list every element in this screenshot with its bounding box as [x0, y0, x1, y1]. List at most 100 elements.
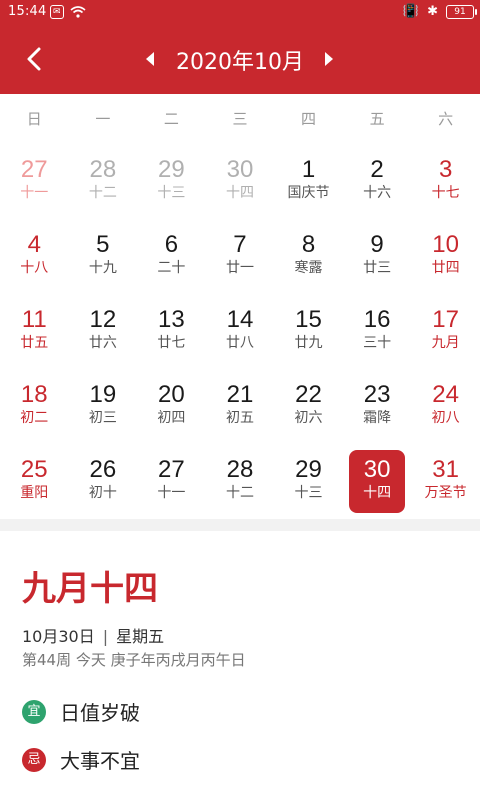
- lunar-label: 十一: [157, 485, 186, 501]
- day-cell[interactable]: 8 寒露: [274, 219, 343, 294]
- lunar-label: 初六: [294, 410, 323, 426]
- day-number: 10: [432, 231, 459, 258]
- day-cell[interactable]: 28 十二: [69, 144, 138, 219]
- date-text: 10月30日: [22, 627, 95, 646]
- day-cell[interactable]: 27 十一: [137, 444, 206, 519]
- day-number: 29: [295, 456, 322, 483]
- weekday-label: 四: [301, 110, 317, 128]
- lunar-label: 廿三: [363, 260, 392, 276]
- day-cell[interactable]: 14 廿八: [206, 294, 275, 369]
- day-cell[interactable]: 23 霜降: [343, 369, 412, 444]
- day-number: 18: [20, 381, 48, 408]
- lunar-label: 十二: [88, 185, 117, 201]
- day-cell[interactable]: 31 万圣节: [411, 444, 480, 519]
- day-number: 7: [233, 231, 247, 258]
- day-cell[interactable]: 16 三十: [343, 294, 412, 369]
- day-cell[interactable]: 21 初五: [206, 369, 275, 444]
- day-number: 6: [164, 231, 179, 258]
- ji-badge: 忌: [22, 747, 46, 772]
- lunar-label: 十六: [363, 185, 392, 201]
- lunar-label: 重阳: [20, 485, 49, 501]
- day-cell[interactable]: 2 十六: [343, 144, 412, 219]
- next-month-icon[interactable]: [322, 51, 336, 67]
- day-number: 13: [158, 306, 185, 333]
- lunar-label: 廿八: [225, 335, 254, 351]
- day-cell[interactable]: 12 廿六: [69, 294, 138, 369]
- lunar-label: 十八: [20, 260, 49, 276]
- weekday-text: 星期五: [116, 627, 165, 646]
- day-number: 17: [432, 306, 459, 333]
- day-cell[interactable]: 10 廿四: [411, 219, 480, 294]
- lunar-label: 初四: [157, 410, 186, 426]
- day-cell[interactable]: 11 廿五: [0, 294, 69, 369]
- day-cell[interactable]: 29 十三: [137, 144, 206, 219]
- day-number: 30: [363, 456, 391, 483]
- lunar-label: 廿七: [157, 335, 186, 351]
- day-number: 21: [226, 381, 254, 408]
- wifi-icon: [70, 6, 86, 18]
- lunar-label: 初五: [225, 410, 254, 426]
- ganzhi-info: 第44周 今天 庚子年丙戌月丙午日: [22, 651, 246, 669]
- day-number: 31: [432, 456, 459, 483]
- notification-icon: ✉: [50, 5, 64, 19]
- day-cell[interactable]: 22 初六: [274, 369, 343, 444]
- day-number: 3: [438, 156, 453, 183]
- lunar-label: 万圣节: [424, 485, 467, 501]
- day-number: 29: [158, 156, 185, 183]
- day-number: 12: [89, 306, 117, 333]
- day-cell[interactable]: 9 廿三: [343, 219, 412, 294]
- battery-icon: 91: [446, 4, 477, 19]
- day-cell[interactable]: 26 初十: [69, 444, 138, 519]
- month-title[interactable]: 2020年10月: [0, 44, 480, 76]
- day-cell[interactable]: 17 九月: [411, 294, 480, 369]
- day-number: 23: [363, 381, 391, 408]
- calendar-header: 2020年10月: [0, 24, 480, 94]
- status-bar: 15:44 ✉ 📳 ✱ 91: [0, 0, 480, 24]
- day-number: 30: [226, 156, 254, 183]
- yi-row: 宜 日值岁破: [22, 697, 140, 726]
- lunar-label: 十三: [294, 485, 323, 501]
- day-cell[interactable]: 30 十四: [206, 144, 275, 219]
- yi-text: 日值岁破: [60, 701, 140, 725]
- day-cell[interactable]: 3 十七: [411, 144, 480, 219]
- day-cell[interactable]: 19 初三: [69, 369, 138, 444]
- day-number: 4: [27, 231, 41, 258]
- lunar-label: 国庆节: [287, 185, 330, 201]
- day-cell[interactable]: 27 十一: [0, 144, 69, 219]
- day-number: 5: [96, 231, 110, 258]
- day-cell[interactable]: 6 二十: [137, 219, 206, 294]
- day-cell[interactable]: 15 廿九: [274, 294, 343, 369]
- day-cell[interactable]: 24 初八: [411, 369, 480, 444]
- day-number: 16: [363, 306, 391, 333]
- vibrate-icon: 📳: [402, 4, 420, 19]
- day-cell[interactable]: 18 初二: [0, 369, 69, 444]
- day-number: 27: [158, 456, 185, 483]
- weekday-label: 六: [438, 110, 454, 128]
- day-cell[interactable]: 25 重阳: [0, 444, 69, 519]
- lunar-label: 十一: [20, 185, 49, 201]
- lunar-label: 初八: [431, 410, 460, 426]
- day-number: 24: [432, 381, 459, 408]
- day-cell[interactable]: 4 十八: [0, 219, 69, 294]
- lunar-label: 九月: [431, 335, 460, 351]
- lunar-label: 十二: [225, 485, 254, 501]
- day-cell[interactable]: 13 廿七: [137, 294, 206, 369]
- day-number: 20: [158, 381, 185, 408]
- weekday-label: 三: [232, 110, 248, 128]
- bluetooth-icon: ✱: [427, 4, 438, 19]
- day-cell-selected[interactable]: 30 十四: [343, 444, 412, 519]
- day-cell[interactable]: 29 十三: [274, 444, 343, 519]
- lunar-label: 十四: [363, 485, 392, 501]
- day-cell[interactable]: 28 十二: [206, 444, 275, 519]
- weekday-label: 一: [95, 110, 111, 128]
- lunar-label: 寒露: [294, 260, 323, 276]
- day-cell[interactable]: 20 初四: [137, 369, 206, 444]
- lunar-label: 霜降: [363, 410, 392, 426]
- day-number: 19: [89, 381, 117, 408]
- status-time: 15:44: [8, 4, 47, 19]
- day-cell[interactable]: 1 国庆节: [274, 144, 343, 219]
- day-cell[interactable]: 7 廿一: [206, 219, 275, 294]
- ji-text: 大事不宜: [60, 749, 140, 773]
- day-cell[interactable]: 5 十九: [69, 219, 138, 294]
- day-number: 11: [21, 306, 47, 333]
